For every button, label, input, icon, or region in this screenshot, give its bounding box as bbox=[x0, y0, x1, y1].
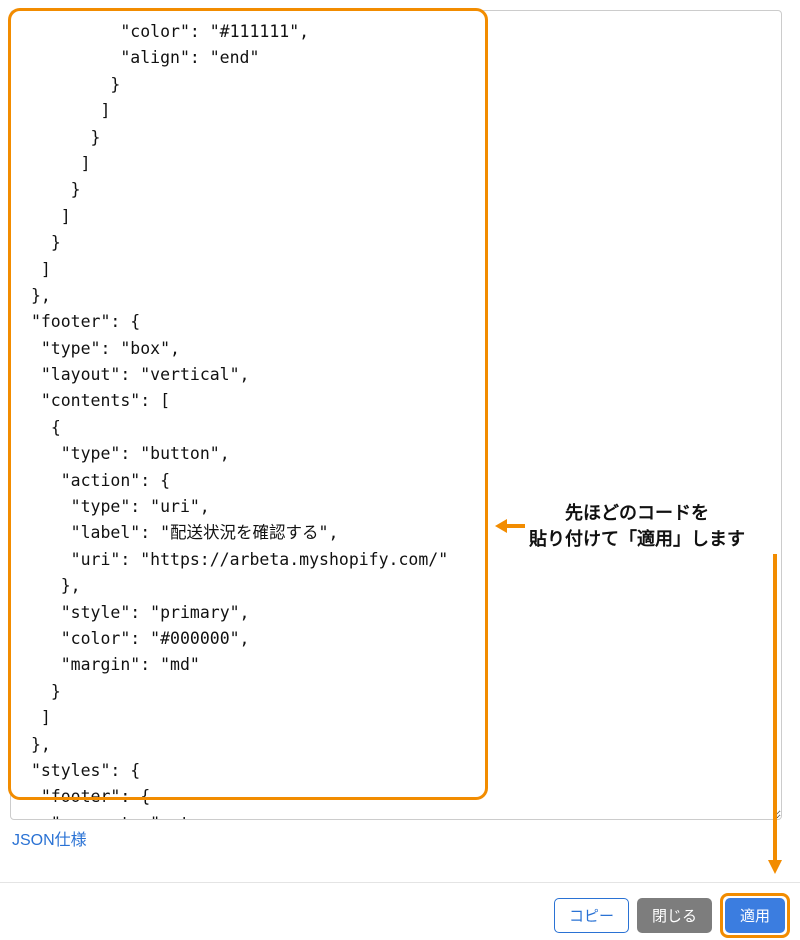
apply-highlight-box: 適用 bbox=[720, 893, 790, 938]
button-bar: コピー 閉じる 適用 bbox=[0, 882, 800, 938]
copy-button[interactable]: コピー bbox=[554, 898, 629, 933]
close-button[interactable]: 閉じる bbox=[637, 898, 712, 933]
json-code-textarea[interactable]: "color": "#111111", "align": "end" } ] }… bbox=[10, 10, 782, 820]
json-spec-link[interactable]: JSON仕様 bbox=[12, 826, 87, 850]
apply-button[interactable]: 適用 bbox=[725, 898, 785, 933]
